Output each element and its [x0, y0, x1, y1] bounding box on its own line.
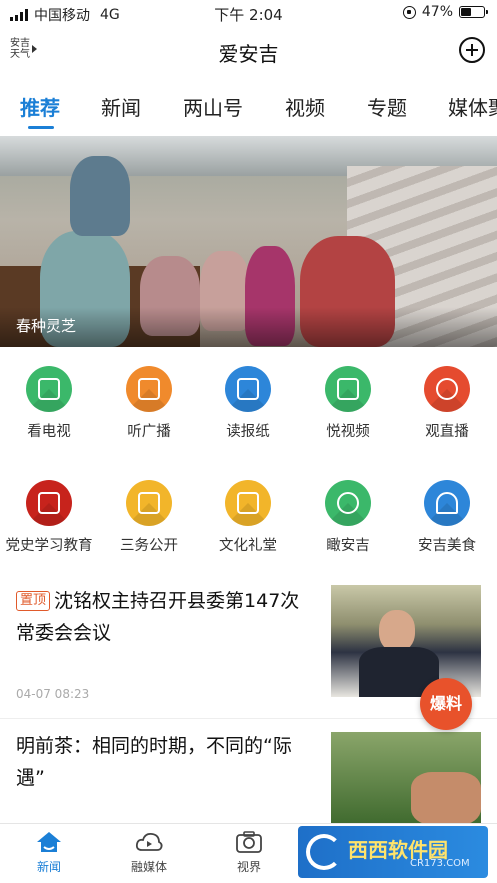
- service-public-affairs[interactable]: 三务公开: [100, 480, 198, 555]
- service-radio[interactable]: 听广播: [100, 366, 198, 441]
- watermark-logo: [306, 834, 342, 870]
- tv-icon: [26, 366, 72, 412]
- tabbar-label: 新闻: [36, 860, 61, 874]
- channel-tabs: 推荐 新闻 两山号 视频 专题 媒体聚: [0, 80, 497, 132]
- tab-liangshan[interactable]: 两山号: [183, 92, 243, 121]
- eye-icon: [424, 366, 470, 412]
- tabbar-vision[interactable]: 视界: [204, 830, 294, 875]
- service-label: 读报纸: [226, 424, 270, 440]
- service-label: 观直播: [425, 424, 469, 440]
- service-label: 悦视频: [326, 424, 370, 440]
- thumb-face: [379, 610, 415, 652]
- tab-recommend[interactable]: 推荐: [20, 92, 60, 121]
- tab-active-indicator: [28, 126, 54, 129]
- service-label: 瞰安吉: [326, 538, 370, 554]
- service-live[interactable]: 观直播: [398, 366, 496, 441]
- eye-circle-icon: [325, 480, 371, 526]
- news-thumbnail: [331, 732, 481, 825]
- hero-photo-person: [70, 156, 130, 236]
- service-food[interactable]: 安吉美食: [398, 480, 496, 555]
- party-book-icon: [26, 480, 72, 526]
- pinned-badge: 置顶: [16, 591, 51, 611]
- radio-icon: [126, 366, 172, 412]
- battery-percent: 47%: [421, 4, 453, 20]
- news-time: 04-07 08:23: [16, 687, 90, 701]
- report-tip-button[interactable]: 爆料: [420, 678, 472, 730]
- rotation-lock-icon: [402, 5, 416, 19]
- app-title: 爱安吉: [218, 42, 279, 66]
- tab-video[interactable]: 视频: [285, 92, 325, 121]
- film-icon: [325, 366, 371, 412]
- service-culture-hall[interactable]: 文化礼堂: [199, 480, 297, 555]
- thumb-hand: [411, 772, 481, 825]
- home-icon: [35, 830, 63, 854]
- service-newspaper[interactable]: 读报纸: [199, 366, 297, 441]
- service-view-anji[interactable]: 瞰安吉: [299, 480, 397, 555]
- hall-icon: [225, 480, 271, 526]
- hero-caption: 春种灵芝: [16, 317, 77, 335]
- service-label: 听广播: [127, 424, 171, 440]
- service-video[interactable]: 悦视频: [299, 366, 397, 441]
- news-title: 置顶 沈铭权主持召开县委第147次常委会会议: [16, 585, 316, 649]
- tabbar-label: 视界: [236, 860, 261, 874]
- document-icon: [126, 480, 172, 526]
- service-watch-tv[interactable]: 看电视: [0, 366, 98, 441]
- service-label: 文化礼堂: [219, 538, 277, 554]
- service-label: 看电视: [27, 424, 71, 440]
- watermark-url: CR173.COM: [410, 858, 470, 869]
- service-label: 安吉美食: [418, 538, 476, 554]
- site-watermark: 西西软件园 CR173.COM: [298, 826, 488, 878]
- news-title-text: 沈铭权主持召开县委第147次常委会会议: [16, 590, 300, 644]
- tab-media[interactable]: 媒体聚: [448, 92, 497, 121]
- food-cloche-icon: [424, 480, 470, 526]
- tabbar-media[interactable]: 融媒体: [104, 830, 194, 875]
- tab-topic[interactable]: 专题: [367, 92, 407, 121]
- add-button[interactable]: [459, 37, 485, 63]
- newspaper-icon: [225, 366, 271, 412]
- hero-banner[interactable]: 春种灵芝: [0, 136, 497, 347]
- app-header: 安吉 天气 爱安吉: [0, 28, 497, 72]
- divider: [0, 718, 497, 719]
- tabbar-news[interactable]: 新闻: [4, 830, 94, 875]
- news-item[interactable]: 明前茶：相同的时期，不同的“际遇”: [0, 730, 497, 825]
- service-party-history[interactable]: 党史学习教育: [0, 480, 98, 555]
- tab-news[interactable]: 新闻: [101, 92, 141, 121]
- news-title: 明前茶：相同的时期，不同的“际遇”: [16, 735, 292, 789]
- battery-icon: [459, 6, 488, 18]
- news-thumbnail: [331, 585, 481, 697]
- tabbar-label: 融媒体: [130, 860, 167, 874]
- cloud-icon: [135, 830, 163, 854]
- status-right: 47%: [402, 4, 488, 20]
- service-label: 三务公开: [120, 538, 178, 554]
- service-label: 党史学习教育: [5, 538, 93, 554]
- status-bar: 中国移动 4G 下午 2:04 47%: [0, 0, 497, 26]
- camera-icon: [235, 830, 263, 854]
